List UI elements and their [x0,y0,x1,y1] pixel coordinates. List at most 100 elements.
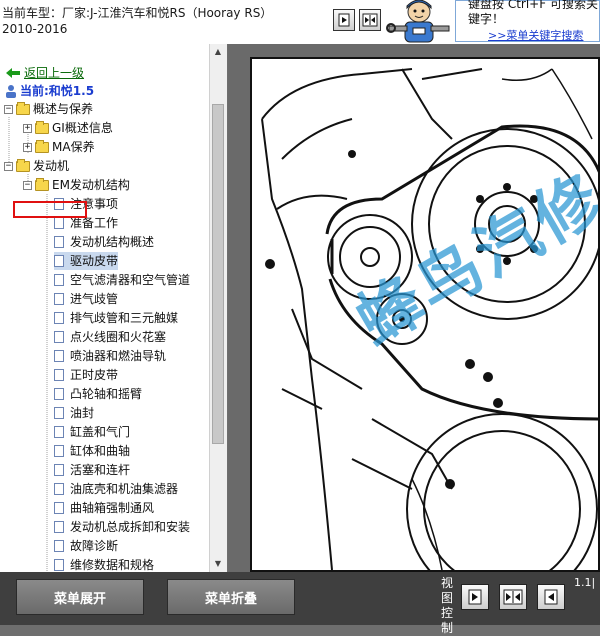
sidebar-scrollbar[interactable]: ▲ ▼ [209,44,227,572]
menu-item-label: 缸盖和气门 [70,425,131,439]
menu-item[interactable]: 正时皮带 [54,366,118,384]
collapse-icon[interactable]: − [23,180,32,190]
menu-item-label: 发动机结构概述 [70,235,155,249]
document-icon [54,559,64,571]
folder-label: 概述与保养 [33,102,94,116]
header-bar: 当前车型：厂家:J-江淮汽车和悦RS（Hooray RS） 2010-2016 … [0,0,600,44]
menu-item[interactable]: 故障诊断 [54,537,118,555]
document-icon [54,521,64,533]
menu-item[interactable]: 喷油器和燃油导轨 [54,347,166,365]
menu-item[interactable]: 进气歧管 [54,290,118,308]
scroll-down-icon[interactable]: ▼ [212,558,224,570]
folder-open-icon [16,158,30,172]
menu-item-label: 发动机总成拆卸和安装 [70,520,191,534]
menu-item[interactable]: 活塞和连杆 [54,461,130,479]
menu-collapse-button[interactable]: 菜单折叠 [167,579,295,615]
content-area: 蜂鸟汽修 [228,44,600,572]
folder-icon [35,139,49,153]
menu-item-label: 故障诊断 [70,539,119,553]
menu-item-label: 喷油器和燃油导轨 [70,349,167,363]
menu-item-label: 凸轮轴和摇臂 [70,387,143,401]
mechanic-mascot-image [385,0,453,44]
menu-item[interactable]: 发动机结构概述 [54,233,154,251]
expand-icon[interactable]: + [23,123,32,133]
menu-item[interactable]: 油封 [54,404,94,422]
menu-item[interactable]: 曲轴箱强制通风 [54,499,154,517]
back-link[interactable]: 返回上一级 [24,64,84,82]
menu-item[interactable]: 缸盖和气门 [54,423,130,441]
document-icon [54,426,64,438]
menu-item[interactable]: 点火线圈和火花塞 [54,328,166,346]
menu-item-label: 曲轴箱强制通风 [70,501,155,515]
menu-item[interactable]: 空气滤清器和空气管道 [54,271,190,289]
folder-engine[interactable]: − 发动机 [4,157,69,175]
menu-item-label: 油封 [70,406,95,420]
scroll-thumb[interactable] [212,104,224,444]
collapse-icon[interactable]: − [4,161,13,171]
person-icon [6,85,16,98]
back-arrow-icon [6,68,20,78]
document-icon [54,312,64,324]
current-vehicle-row: 当前:和悦1.5 [5,82,94,100]
vehicle-years: 2010-2016 [2,22,68,36]
document-icon [54,502,64,514]
menu-item[interactable]: 排气歧管和三元触媒 [54,309,178,327]
menu-item[interactable]: 发动机总成拆卸和安装 [54,518,190,536]
arrow-right-icon [338,13,350,27]
folder-em[interactable]: − EM发动机结构 [23,176,130,194]
belt-diagram: 蜂鸟汽修 [250,57,600,572]
menu-item-label: 排气歧管和三元触媒 [70,311,179,325]
split-arrows-icon [362,13,378,27]
view-right-button[interactable] [461,584,489,610]
document-icon [54,331,64,343]
document-icon [54,407,64,419]
menu-item-label: 油底壳和机油集滤器 [70,482,179,496]
scroll-up-icon[interactable]: ▲ [212,46,224,58]
document-icon [54,255,64,267]
menu-item-label: 维修数据和规格 [70,558,155,572]
document-icon [54,293,64,305]
document-icon [54,540,64,552]
menu-item[interactable]: 油底壳和机油集滤器 [54,480,178,498]
arrow-right-icon [468,589,482,605]
menu-tree-panel: 返回上一级 当前:和悦1.5 − 概述与保养 + GI概述信息 + MA保养 −… [0,44,227,572]
view-control-label: 视图控制 [441,576,454,635]
folder-label: 发动机 [33,159,70,173]
menu-expand-button[interactable]: 菜单展开 [16,579,144,615]
highlight-box [13,201,87,218]
nav-next-button[interactable] [333,9,355,31]
menu-item-label: 进气歧管 [70,292,119,306]
folder-overview[interactable]: − 概述与保养 [4,100,93,118]
view-split-button[interactable] [499,584,527,610]
folder-open-icon [35,177,49,191]
document-icon [54,236,64,248]
folder-ma[interactable]: + MA保养 [23,138,95,156]
menu-item[interactable]: 缸体和曲轴 [54,442,130,460]
search-tip-box: 键盘按 Ctrl+F 可搜索关键字！ >>菜单关键字搜索 [455,0,600,42]
document-icon [54,445,64,457]
folder-open-icon [16,101,30,115]
split-arrows-icon [503,589,523,605]
keyword-search-link[interactable]: >>菜单关键字搜索 [488,27,583,43]
menu-item-label: 正时皮带 [70,368,119,382]
document-icon [54,350,64,362]
document-icon [54,274,64,286]
view-left-button[interactable] [537,584,565,610]
menu-item-label: 缸体和曲轴 [70,444,131,458]
back-row[interactable]: 返回上一级 [5,64,84,82]
bottom-toolbar: 菜单展开 菜单折叠 视图控制 1.1| [0,572,600,635]
folder-icon [35,120,49,134]
document-icon [54,388,64,400]
collapse-icon[interactable]: − [4,104,13,114]
menu-item[interactable]: 驱动皮带 [54,252,119,270]
search-tip-text: 键盘按 Ctrl+F 可搜索关键字！ [468,0,598,26]
menu-item-label: 点火线圈和火花塞 [70,330,167,344]
folder-gi[interactable]: + GI概述信息 [23,119,113,137]
menu-item[interactable]: 维修数据和规格 [54,556,154,572]
vehicle-title: 当前车型：厂家:J-江淮汽车和悦RS（Hooray RS） [2,6,273,20]
nav-split-button[interactable] [359,9,381,31]
document-icon [54,483,64,495]
menu-item[interactable]: 凸轮轴和摇臂 [54,385,142,403]
current-vehicle-label: 当前:和悦1.5 [20,84,95,98]
expand-icon[interactable]: + [23,142,32,152]
